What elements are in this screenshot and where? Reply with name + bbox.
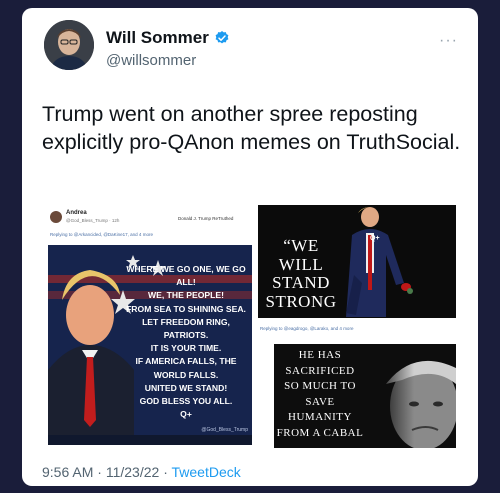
meta-separator: ·	[97, 464, 102, 480]
tweet-date[interactable]: 11/23/22	[106, 464, 159, 480]
meme-line: UNITED WE STAND!	[144, 382, 228, 393]
media-grid[interactable]: Andrea @God_Bless_Trump · 12h Donald J. …	[48, 205, 456, 448]
stand-strong-line: WILL	[278, 254, 324, 274]
media-post-screenshot[interactable]: Andrea @God_Bless_Trump · 12h Donald J. …	[48, 205, 252, 448]
meme-line: Q+	[180, 409, 192, 420]
stand-strong-line: STAND	[272, 273, 330, 292]
retruth-label: Donald J. Trump ReTruthed	[178, 216, 234, 221]
post-replying-to: Replying to @Arkancided, @DaKine17, and …	[50, 232, 153, 237]
sacrificed-line: HUMANITY	[288, 411, 352, 423]
post-author-handle: @God_Bless_Trump · 12h	[66, 218, 120, 223]
meme-text: WHERE WE GO ONE, WE GO ALL! WE, THE PEOP…	[126, 263, 246, 421]
tweet-meta: 9:56 AM · 11/23/22 · TweetDeck	[42, 464, 241, 480]
verified-badge-icon	[215, 31, 229, 44]
sacrificed-line: SAVE	[305, 395, 335, 408]
more-options-icon[interactable]: ···	[439, 32, 458, 50]
meme-line: IF AMERICA FALLS, THE	[135, 356, 237, 367]
stand-strong-line: STRONG	[265, 291, 337, 311]
sacrificed-text: HE HAS SACRIFICED SO MUCH TO SAVE HUMANI…	[276, 348, 364, 441]
meme-line: WORLD FALLS.	[153, 369, 219, 380]
avatar[interactable]	[44, 20, 94, 70]
tweet-time[interactable]: 9:56 AM	[42, 464, 93, 480]
sacrificed-line: SO MUCH TO	[284, 380, 356, 392]
sacrificed-line: HE HAS	[298, 349, 342, 361]
meme-line: IT IS YOUR TIME.	[150, 343, 222, 354]
meme-line: LET FREEDOM RING, PATRIOTS.	[142, 316, 230, 341]
tweet-text: Trump went on another spree reposting ex…	[42, 102, 461, 154]
user-handle[interactable]: @willsommer	[106, 52, 196, 69]
post-author-name: Andrea	[66, 210, 87, 216]
meme-watermark: @God_Bless_Trump	[201, 427, 248, 433]
sacrificed-line: SACRIFICED	[285, 364, 355, 377]
avatar-photo	[44, 20, 94, 70]
jacket-q-label: Q+	[370, 235, 380, 242]
meme-image: WHERE WE GO ONE, WE GO ALL! WE, THE PEOP…	[48, 245, 252, 445]
meta-separator: ·	[163, 464, 168, 480]
media-sacrificed[interactable]: HE HAS SACRIFICED SO MUCH TO SAVE HUMANI…	[274, 344, 456, 448]
sacrificed-line: FROM A CABAL	[276, 426, 364, 439]
display-name[interactable]: Will Sommer	[106, 28, 209, 48]
stand-strong-line: “WE	[283, 236, 319, 255]
tweet-source-link[interactable]: TweetDeck	[172, 464, 241, 480]
post-author-avatar	[50, 211, 62, 223]
meme-line: WE, THE PEOPLE!	[148, 290, 224, 301]
meme-line: GOD BLESS YOU ALL.	[139, 396, 233, 407]
meme-line: FROM SEA TO SHINING SEA.	[126, 303, 246, 314]
stand-strong-text: “WE WILL STAND STRONG	[262, 236, 340, 311]
meme-line: WHERE WE GO ONE, WE GO ALL!	[126, 264, 246, 288]
author-name-row[interactable]: Will Sommer	[106, 28, 230, 48]
stand-strong-replying: Replying to @eagdrogo, @Larako, and 4 mo…	[260, 326, 354, 331]
media-stand-strong[interactable]: Q+ “WE WILL STAND STRONG	[258, 205, 456, 324]
tweet-card: Will Sommer @willsommer ··· Trump went o…	[22, 8, 478, 486]
